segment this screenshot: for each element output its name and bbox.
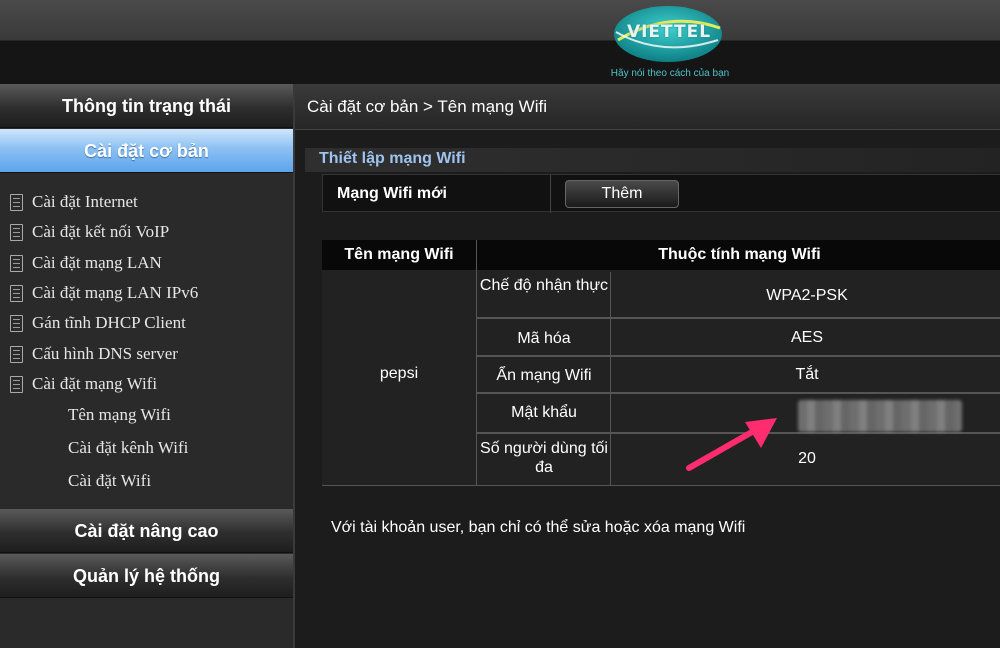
breadcrumb: Cài đặt cơ bản > Tên mạng Wifi	[295, 84, 1000, 130]
sidebar-item-label: Cài đặt mạng LAN IPv6	[32, 283, 199, 302]
nav-system-management[interactable]: Quản lý hệ thống	[0, 554, 293, 598]
section-title: Thiết lập mạng Wifi	[319, 150, 466, 167]
sidebar-item-dhcp[interactable]: Gán tĩnh DHCP Client	[10, 312, 186, 334]
divider	[550, 175, 551, 213]
new-network-label: Mạng Wifi mới	[337, 185, 447, 202]
sidebar-item-label: Cài đặt kết nối VoIP	[32, 222, 170, 241]
sidebar-subitem-wifi-settings[interactable]: Cài đặt Wifi	[68, 471, 151, 491]
ssid-value[interactable]: pepsi	[322, 365, 476, 383]
column-header-ssid: Tên mạng Wifi	[322, 240, 476, 270]
sidebar-item-label: Cấu hình DNS server	[32, 344, 178, 363]
document-icon	[10, 193, 23, 211]
property-value-encryption: AES	[790, 329, 823, 346]
property-value-hidden: Tắt	[795, 366, 819, 383]
main-content: Cài đặt cơ bản > Tên mạng Wifi Thiết lập…	[293, 84, 1000, 648]
password-redacted	[798, 400, 962, 432]
brand-wordmark: VIETTEL	[626, 22, 712, 42]
document-icon	[10, 254, 23, 272]
sidebar-item-voip[interactable]: Cài đặt kết nối VoIP	[10, 221, 169, 243]
divider	[476, 317, 1000, 319]
annotation-arrow-icon	[686, 418, 777, 471]
sidebar: Thông tin trạng thái Cài đặt cơ bản Cài …	[0, 84, 293, 648]
property-label-hidden: Ẩn mạng Wifi	[496, 367, 592, 384]
document-icon	[10, 284, 23, 302]
sidebar-item-dns[interactable]: Cấu hình DNS server	[10, 343, 178, 365]
sidebar-item-label: Gán tĩnh DHCP Client	[32, 313, 186, 332]
top-header: VIETTEL Hãy nói theo cách của bạn	[0, 0, 1000, 84]
document-icon	[10, 223, 23, 241]
new-network-row: Mạng Wifi mới Thêm	[322, 174, 1000, 213]
add-button[interactable]: Thêm	[565, 180, 679, 208]
sidebar-subitem-wifi-name[interactable]: Tên mạng Wifi	[68, 405, 171, 425]
sidebar-subitem-wifi-channel[interactable]: Cài đặt kênh Wifi	[68, 438, 188, 458]
property-label-max-users: Số người dùng tối đa	[480, 440, 608, 476]
sidebar-item-label: Cài đặt Internet	[32, 192, 138, 211]
divider	[476, 355, 1000, 357]
divider	[476, 392, 1000, 394]
divider	[610, 272, 611, 486]
sidebar-item-lan-ipv6[interactable]: Cài đặt mạng LAN IPv6	[10, 282, 198, 304]
sidebar-item-label: Cài đặt mạng LAN	[32, 253, 162, 272]
viettel-logo: VIETTEL Hãy nói theo cách của bạn	[590, 0, 750, 84]
document-icon	[10, 375, 23, 393]
brand-slogan: Hãy nói theo cách của bạn	[610, 68, 730, 79]
property-label-auth: Chế độ nhận thực	[479, 277, 609, 294]
document-icon	[10, 345, 23, 363]
divider	[476, 240, 477, 486]
sidebar-item-lan[interactable]: Cài đặt mạng LAN	[10, 252, 162, 274]
nav-status-info[interactable]: Thông tin trạng thái	[0, 84, 293, 128]
divider	[322, 485, 1000, 486]
column-header-properties: Thuộc tính mạng Wifi	[477, 240, 1000, 270]
property-value-auth: WPA2-PSK	[766, 287, 848, 304]
property-label-encryption: Mã hóa	[517, 330, 571, 347]
sidebar-item-wifi[interactable]: Cài đặt mạng Wifi	[10, 373, 157, 395]
sidebar-item-label: Cài đặt mạng Wifi	[32, 374, 158, 393]
nav-basic-settings[interactable]: Cài đặt cơ bản	[0, 129, 293, 173]
sidebar-item-internet[interactable]: Cài đặt Internet	[10, 191, 138, 213]
document-icon	[10, 314, 23, 332]
property-value-max-users: 20	[798, 450, 816, 467]
property-label-password: Mật khẩu	[511, 404, 577, 421]
user-permission-note: Với tài khoản user, bạn chỉ có thể sửa h…	[331, 519, 746, 536]
nav-advanced-settings[interactable]: Cài đặt nâng cao	[0, 509, 293, 553]
